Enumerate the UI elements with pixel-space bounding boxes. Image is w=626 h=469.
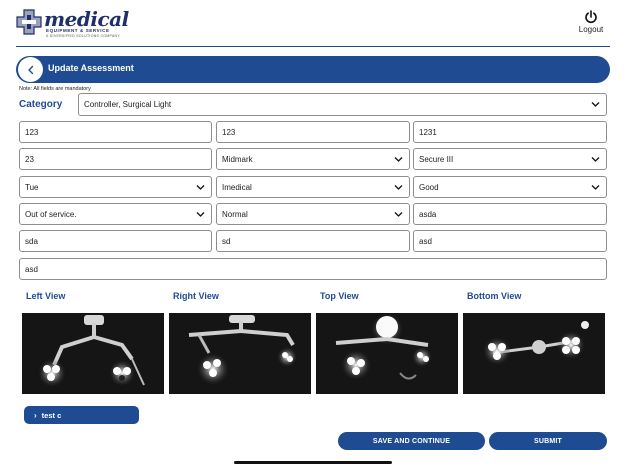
top-view-label: Top View (320, 291, 359, 301)
field-value: Secure III (419, 154, 454, 164)
mandatory-note: Note: All fields are mandatory (19, 86, 91, 92)
field-value: Out of service. (25, 209, 77, 219)
category-label: Category (19, 99, 63, 110)
submit-button[interactable]: SUBMIT (489, 432, 607, 450)
top-view-photo[interactable] (316, 313, 458, 394)
section-test-c-toggle[interactable]: › test c (24, 406, 139, 424)
model-select[interactable]: Secure III (413, 148, 607, 170)
vendor-select[interactable]: Imedical (216, 176, 410, 198)
condition-select[interactable]: Good (413, 176, 607, 198)
save-and-continue-button[interactable]: SAVE AND CONTINUE (338, 432, 485, 450)
medical-cross-logo-icon (16, 9, 42, 35)
left-view-label: Left View (26, 291, 66, 301)
logout-label: Logout (578, 25, 604, 34)
field-value: 1231 (419, 127, 437, 137)
bottom-view-label: Bottom View (467, 291, 522, 301)
field-value: sda (25, 236, 38, 246)
field-value: asd (419, 236, 432, 246)
field-value: 123 (222, 127, 236, 137)
text-field-r5c1[interactable]: sda (19, 230, 212, 252)
field-value: Good (419, 182, 439, 192)
bottom-view-photo[interactable] (463, 313, 605, 394)
category-value: Controller, Surgical Light (84, 100, 172, 109)
chevron-down-icon (196, 212, 205, 217)
field-value: Normal (222, 209, 248, 219)
text-field-r4c3[interactable]: asda (413, 203, 607, 225)
surgical-light-image (169, 313, 311, 394)
field-value: 123 (25, 127, 39, 137)
surgical-light-image (463, 313, 605, 394)
field-value: asd (25, 264, 38, 274)
text-field-r1c3[interactable]: 1231 (413, 121, 607, 143)
field-value: asda (419, 209, 437, 219)
chevron-left-icon (27, 65, 33, 74)
text-field-r1c2[interactable]: 123 (216, 121, 410, 143)
chevron-down-icon (591, 185, 600, 190)
manufacturer-select[interactable]: Midmark (216, 148, 410, 170)
field-value: Imedical (222, 182, 252, 192)
brand-subtag: A DIVERSIFIED SOLUTIONS COMPANY (46, 34, 120, 38)
chevron-right-icon: › (34, 410, 37, 420)
comments-field[interactable]: asd (19, 258, 607, 280)
field-value: sd (222, 236, 231, 246)
right-view-label: Right View (173, 291, 219, 301)
category-select[interactable]: Controller, Surgical Light (78, 93, 607, 116)
surgical-light-image (22, 313, 164, 394)
right-view-photo[interactable] (169, 313, 311, 394)
brand-tagline: EQUIPMENT & SERVICE (46, 28, 110, 33)
chevron-down-icon (394, 185, 403, 190)
text-field-r5c3[interactable]: asd (413, 230, 607, 252)
field-value: Tue (25, 182, 39, 192)
chevron-down-icon (196, 185, 205, 190)
status-select[interactable]: Out of service. (19, 203, 212, 225)
page-titlebar: Update Assessment (16, 56, 610, 83)
chevron-down-icon (591, 157, 600, 162)
day-select[interactable]: Tue (19, 176, 212, 198)
field-value: 23 (25, 154, 34, 164)
header-divider (16, 46, 610, 47)
imedical-logo: medical EQUIPMENT & SERVICE A DIVERSIFIE… (16, 7, 129, 39)
field-value: Midmark (222, 154, 253, 164)
section-label: test c (41, 410, 62, 420)
back-button[interactable] (18, 57, 43, 82)
left-view-photo[interactable] (22, 313, 164, 394)
chevron-down-icon (394, 157, 403, 162)
chevron-down-icon (394, 212, 403, 217)
page-title: Update Assessment (48, 63, 134, 73)
priority-select[interactable]: Normal (216, 203, 410, 225)
text-field-r2c1[interactable]: 23 (19, 148, 212, 170)
text-field-r1c1[interactable]: 123 (19, 121, 212, 143)
chevron-down-icon (591, 102, 600, 107)
power-icon (585, 10, 597, 24)
text-field-r5c2[interactable]: sd (216, 230, 410, 252)
home-indicator (234, 461, 392, 464)
logout-button[interactable]: Logout (574, 10, 608, 34)
app-header: medical EQUIPMENT & SERVICE A DIVERSIFIE… (0, 0, 626, 46)
surgical-light-image (316, 313, 458, 394)
